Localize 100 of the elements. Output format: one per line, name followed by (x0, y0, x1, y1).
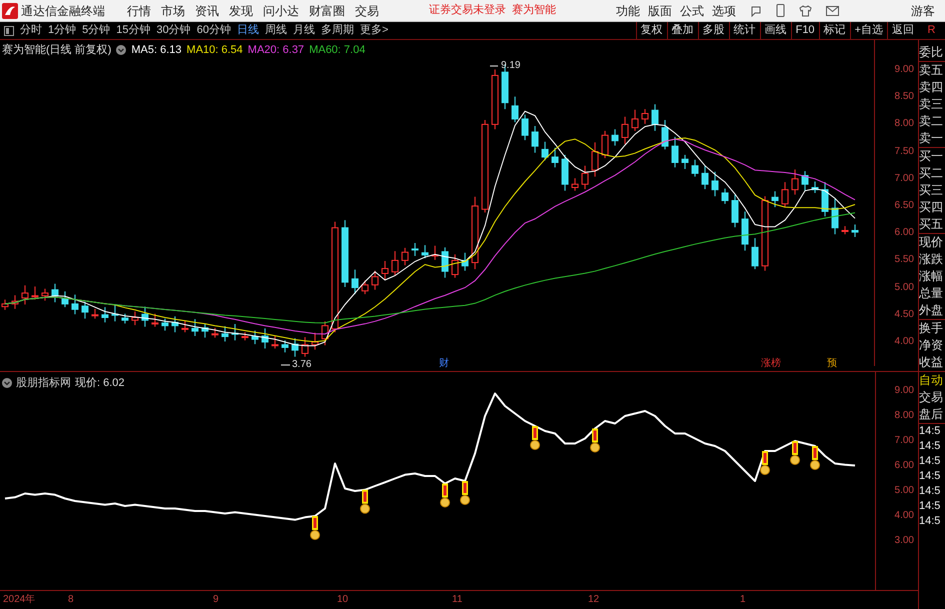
candlestick (52, 283, 58, 303)
toolbar-button[interactable]: 画线 (760, 22, 791, 40)
candlestick (402, 247, 408, 266)
toolbar-button[interactable]: 多股 (698, 22, 729, 40)
axis-label: 6.00 (894, 227, 914, 240)
quote-label: 卖二 (919, 113, 944, 130)
period-tab[interactable]: 60分钟 (196, 22, 231, 39)
quote-label: 买四 (919, 199, 944, 216)
mail-icon[interactable] (826, 6, 839, 16)
dropdown-icon[interactable] (116, 45, 126, 56)
toolbar-button[interactable]: 标记 (818, 22, 850, 40)
event-marker[interactable]: 涨榜 (760, 358, 782, 370)
period-tab[interactable]: 30分钟 (156, 22, 191, 39)
toolbar-button[interactable]: 复权 (636, 22, 667, 40)
date-label: 1 (740, 594, 746, 606)
period-tab[interactable]: 5分钟 (82, 22, 110, 39)
menu-item[interactable]: 财富圈 (309, 2, 345, 20)
candlestick (732, 194, 738, 228)
candlestick (242, 332, 248, 341)
menu-item[interactable]: 交易 (355, 2, 379, 20)
candlestick (832, 198, 838, 235)
candlestick (602, 130, 608, 159)
candlestick (552, 147, 558, 168)
candlestick (672, 136, 678, 168)
quote-label: 卖四 (919, 79, 944, 96)
trade-tab[interactable]: 自动 (919, 372, 945, 389)
event-marker[interactable]: 财 (438, 358, 450, 370)
toolbar-button[interactable]: 返回 (887, 22, 918, 40)
period-tab[interactable]: 日线 (237, 22, 259, 39)
axis-label: 5.00 (894, 485, 914, 497)
menu-item[interactable]: 市场 (161, 2, 185, 20)
candlestick (82, 301, 88, 320)
toolbar-button[interactable]: F10 (790, 22, 819, 40)
toolbar-button[interactable]: +自选 (850, 22, 887, 40)
user-label[interactable]: 游客 (911, 2, 935, 20)
period-tab[interactable]: 更多> (360, 22, 388, 39)
menu-item[interactable]: 问小达 (263, 2, 299, 20)
period-tab[interactable]: 周线 (265, 22, 287, 39)
corner-label[interactable]: R (918, 22, 945, 39)
notice-text[interactable]: 证券交易未登录 (429, 2, 506, 19)
shirt-icon[interactable] (799, 4, 812, 16)
panel-toggle-icon[interactable] (4, 26, 14, 36)
date-label: 8 (68, 594, 74, 606)
menu-item[interactable]: 资讯 (195, 2, 219, 20)
quote-label: 买五 (919, 216, 944, 233)
period-tab[interactable]: 月线 (293, 22, 315, 39)
period-tab[interactable]: 15分钟 (116, 22, 150, 39)
axis-label: 4.00 (894, 336, 914, 348)
menu-item[interactable]: 公式 (680, 2, 704, 20)
moving-average-label: MA60: 7.04 (309, 43, 366, 58)
date-label: 10 (337, 594, 348, 606)
candlestick (632, 109, 638, 132)
quote-label: 卖一 (919, 130, 944, 147)
event-marker[interactable]: 预 (826, 358, 838, 370)
candlestick (182, 320, 188, 333)
axis-label: 8.00 (894, 118, 914, 130)
menu-item[interactable]: 选项 (712, 2, 736, 20)
candlestick (212, 327, 218, 338)
candlestick (232, 324, 238, 341)
notice-text[interactable]: 赛为智能 (512, 2, 556, 19)
time-label: 14:5 (919, 469, 942, 484)
candlestick (32, 286, 38, 300)
menu-item[interactable]: 功能 (616, 2, 640, 20)
toolbar-button[interactable]: 叠加 (666, 22, 698, 40)
signal-marker-icon (530, 426, 540, 450)
menu-item[interactable]: 版面 (648, 2, 672, 20)
quote-label: 换手 (919, 320, 944, 337)
candlestick (122, 313, 128, 324)
axis-label: 6.00 (894, 460, 914, 472)
dropdown-icon[interactable] (2, 378, 12, 388)
trade-tab[interactable]: 交易 (919, 389, 945, 406)
menu-item[interactable]: 行情 (127, 2, 151, 20)
chat-icon[interactable] (750, 4, 762, 16)
candlestick (822, 182, 828, 217)
candlestick (582, 165, 588, 190)
candlestick (572, 178, 578, 192)
candlestick (92, 308, 98, 320)
period-tab[interactable]: 多周期 (321, 22, 354, 39)
axis-label: 8.00 (894, 410, 914, 422)
period-tab[interactable]: 1分钟 (48, 22, 76, 39)
period-tab[interactable]: 分时 (20, 22, 42, 39)
candlestick (162, 318, 168, 332)
toolbar-button[interactable]: 统计 (728, 22, 760, 40)
quote-label: 外盘 (919, 302, 944, 319)
candlestick (152, 313, 158, 328)
candlestick (422, 244, 428, 259)
candlestick (392, 250, 398, 276)
phone-icon[interactable] (776, 4, 785, 17)
trade-tab[interactable]: 盘后 (919, 406, 945, 423)
candlestick (262, 328, 268, 350)
date-label: 2024年 (3, 594, 36, 606)
signal-marker-icon (590, 428, 600, 452)
candlestick (842, 226, 848, 235)
quote-label: 卖三 (919, 96, 944, 113)
candlestick (252, 330, 258, 345)
candlestick (492, 68, 498, 130)
candlestick (462, 252, 468, 272)
menu-item[interactable]: 发现 (229, 2, 253, 20)
signal-marker-icon (310, 516, 320, 540)
candlestick (2, 299, 8, 310)
